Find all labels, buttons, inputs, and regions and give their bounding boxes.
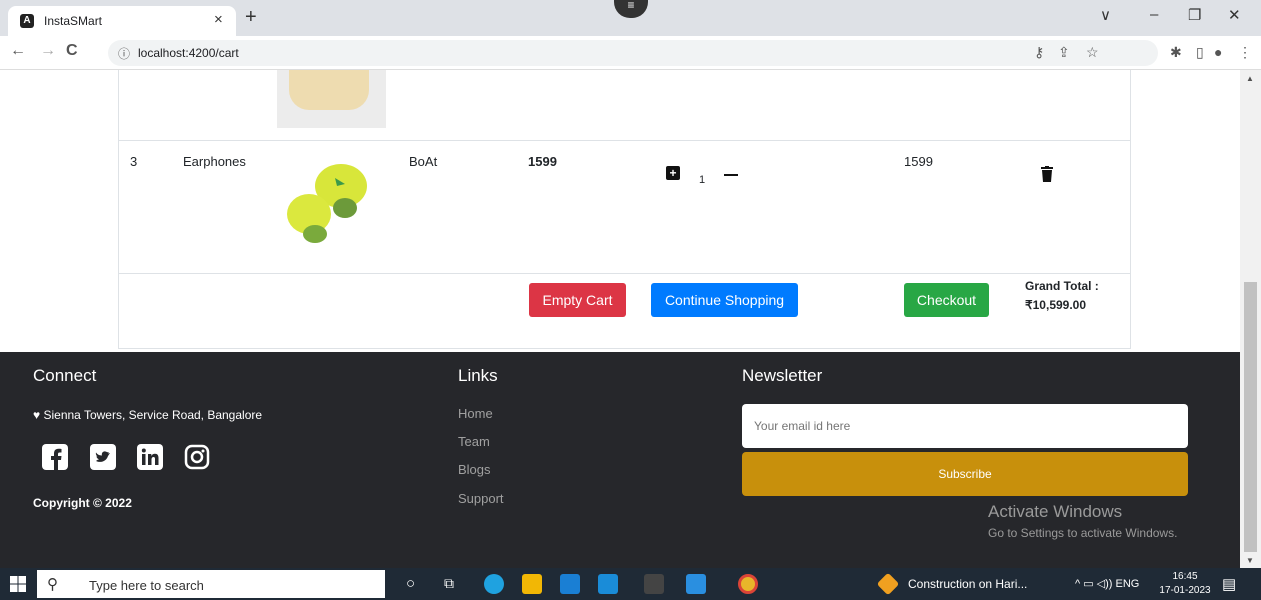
clock-time[interactable]: 16:45 — [1165, 571, 1205, 582]
pants-image — [289, 70, 369, 110]
footer-link-home[interactable]: Home — [458, 406, 493, 421]
browser-tab-strip: A InstaSMart × + ≡ ∨ – ❐ ✕ — [0, 0, 1261, 36]
chrome-icon[interactable] — [738, 574, 758, 594]
facebook-icon[interactable] — [42, 444, 68, 470]
forward-button[interactable]: → — [40, 42, 56, 60]
task-view-icon[interactable]: ⧉ — [444, 575, 464, 595]
angular-favicon-icon: A — [20, 14, 34, 28]
empty-cart-button[interactable]: Empty Cart — [529, 283, 626, 317]
twitter-icon[interactable] — [90, 444, 116, 470]
screen-recorder-handle-icon[interactable]: ≡ — [614, 0, 648, 18]
notifications-icon[interactable]: ▤ — [1222, 575, 1236, 593]
decrease-quantity-button[interactable] — [724, 174, 738, 176]
search-icon: ⚲ — [47, 576, 58, 593]
email-input[interactable] — [742, 404, 1188, 448]
footer-link-support[interactable]: Support — [458, 491, 504, 506]
new-tab-button[interactable]: + — [245, 6, 257, 29]
row-index: 3 — [130, 154, 138, 169]
row-divider — [119, 140, 1130, 141]
clock-date[interactable]: 17-01-2023 — [1158, 585, 1212, 596]
product-image-pants — [277, 70, 386, 128]
tab-close-icon[interactable]: × — [214, 11, 223, 28]
taskbar-search[interactable]: ⚲ Type here to search — [37, 570, 385, 598]
address-bar[interactable]: ⓘ localhost:4200/cart — [108, 40, 1158, 66]
grand-total-label: Grand Total : — [1025, 279, 1099, 293]
product-price: 1599 — [528, 154, 557, 169]
language-indicator[interactable]: ENG — [1116, 578, 1140, 590]
row-divider — [119, 273, 1130, 274]
more-menu-icon[interactable]: ⋮ — [1238, 44, 1252, 61]
close-window-button[interactable]: ✕ — [1228, 6, 1241, 24]
activate-windows-subtitle: Go to Settings to activate Windows. — [988, 526, 1178, 540]
reload-button[interactable]: C — [66, 42, 78, 60]
instagram-icon[interactable] — [184, 444, 210, 470]
site-info-icon[interactable]: ⓘ — [118, 45, 130, 62]
continue-shopping-button[interactable]: Continue Shopping — [651, 283, 798, 317]
checkout-button[interactable]: Checkout — [904, 283, 989, 317]
address: ♥ Sienna Towers, Service Road, Bangalore — [33, 408, 262, 422]
address-text: Sienna Towers, Service Road, Bangalore — [43, 408, 263, 422]
store-icon[interactable] — [560, 574, 580, 594]
scroll-thumb[interactable] — [1244, 282, 1257, 552]
edge-icon[interactable] — [484, 574, 504, 594]
links-heading: Links — [458, 366, 498, 385]
linkedin-icon[interactable] — [137, 444, 163, 470]
subscribe-button[interactable]: Subscribe — [742, 452, 1188, 496]
scroll-up-icon[interactable]: ▲ — [1246, 74, 1254, 83]
increase-quantity-button[interactable]: + — [666, 166, 680, 180]
connect-heading: Connect — [33, 366, 97, 385]
product-name: Earphones — [183, 154, 246, 169]
bookmark-star-icon[interactable]: ☆ — [1086, 44, 1099, 61]
cart-page: 3 Earphones BoAt 1599 + 1 1599 Empty Car… — [0, 70, 1240, 568]
browser-tab[interactable]: A InstaSMart × — [8, 6, 236, 36]
side-panel-icon[interactable]: ▯ — [1196, 44, 1204, 61]
footer-link-blogs[interactable]: Blogs — [458, 462, 491, 477]
footer-link-team[interactable]: Team — [458, 434, 490, 449]
site-footer: Connect ♥ Sienna Towers, Service Road, B… — [0, 352, 1240, 568]
row-total: 1599 — [904, 154, 933, 169]
mail-icon[interactable] — [598, 574, 618, 594]
key-icon[interactable]: ⚷ — [1034, 44, 1044, 61]
back-button[interactable]: ← — [10, 42, 26, 60]
traffic-notification[interactable]: Construction on Hari... — [908, 577, 1027, 591]
copyright: Copyright © 2022 — [33, 496, 132, 510]
windows-start-icon[interactable] — [10, 576, 26, 592]
extensions-icon[interactable]: ✱ — [1170, 44, 1182, 61]
minimize-button[interactable]: – — [1150, 6, 1158, 23]
terminal-icon[interactable] — [644, 574, 664, 594]
tab-search-icon[interactable]: ∨ — [1100, 6, 1111, 24]
windows-taskbar: ⚲ Type here to search ○ ⧉ Construction o… — [0, 568, 1261, 600]
newsletter-heading: Newsletter — [742, 366, 823, 385]
trash-icon[interactable] — [1041, 166, 1053, 182]
quantity-value: 1 — [699, 174, 706, 186]
restore-button[interactable]: ❐ — [1188, 6, 1201, 24]
system-tray[interactable]: ^ ▭ ◁)) ENG — [1075, 577, 1139, 590]
map-marker-icon: ♥ — [33, 408, 41, 422]
share-icon[interactable]: ⇪ — [1058, 44, 1070, 61]
scroll-down-icon[interactable]: ▼ — [1246, 556, 1254, 565]
earphones-image — [287, 164, 367, 243]
tab-title: InstaSMart — [44, 14, 103, 28]
cortana-icon[interactable]: ○ — [406, 575, 426, 595]
vscode-icon[interactable] — [686, 574, 706, 594]
activate-windows-title: Activate Windows — [988, 502, 1123, 521]
profile-avatar-icon[interactable]: ● — [1214, 44, 1222, 60]
file-explorer-icon[interactable] — [522, 574, 542, 594]
page-scrollbar[interactable]: ▲ ▼ — [1240, 70, 1261, 568]
url-text[interactable]: localhost:4200/cart — [138, 46, 239, 60]
search-placeholder: Type here to search — [89, 578, 204, 593]
warning-icon[interactable] — [876, 572, 900, 596]
grand-total-value: ₹10,599.00 — [1025, 298, 1087, 312]
product-brand: BoAt — [409, 154, 438, 169]
browser-toolbar: ← → C ⓘ localhost:4200/cart ⚷ ⇪ ☆ ✱ ▯ ● … — [0, 36, 1261, 70]
cart-table: 3 Earphones BoAt 1599 + 1 1599 Empty Car… — [118, 70, 1131, 349]
